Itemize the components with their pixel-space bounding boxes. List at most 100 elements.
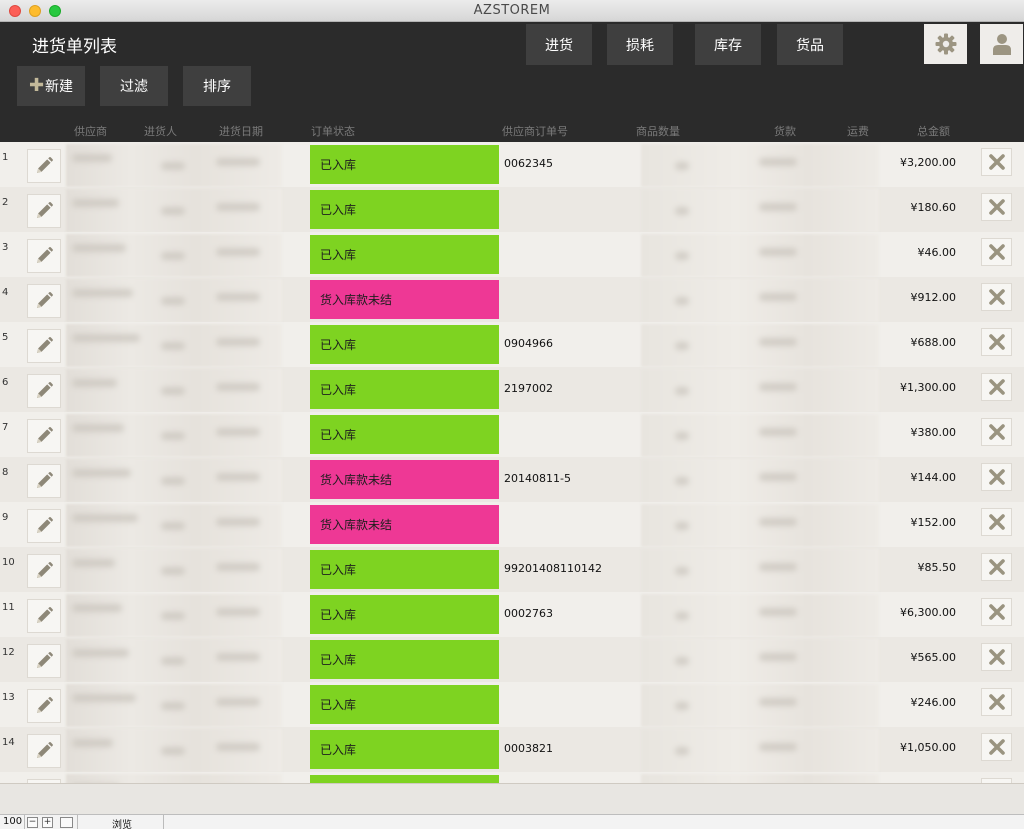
- edit-button[interactable]: [27, 284, 61, 318]
- table-row[interactable]: 13 已入库 ¥246.00: [0, 682, 1024, 727]
- table-row[interactable]: 4 货入库款未结 ¥912.00: [0, 277, 1024, 322]
- close-icon: [988, 694, 1005, 710]
- column-header-total[interactable]: 总金额: [917, 123, 950, 139]
- edit-button[interactable]: [27, 374, 61, 408]
- table-row[interactable]: [0, 772, 1024, 783]
- nav-purchase-button[interactable]: 进货: [526, 24, 592, 65]
- delete-button[interactable]: [981, 688, 1012, 716]
- table-row[interactable]: 1 已入库 0062345 ¥3,200.00: [0, 142, 1024, 187]
- order-status[interactable]: 已入库: [310, 595, 499, 634]
- table-row[interactable]: 8 货入库款未结 20140811-5 ¥144.00: [0, 457, 1024, 502]
- table-row[interactable]: 14 已入库 0003821 ¥1,050.00: [0, 727, 1024, 772]
- nav-goods-button[interactable]: 货品: [777, 24, 843, 65]
- zoom-out-button[interactable]: −: [27, 817, 38, 828]
- order-status[interactable]: 已入库: [310, 415, 499, 454]
- table-row[interactable]: 6 已入库 2197002 ¥1,300.00: [0, 367, 1024, 412]
- sort-button[interactable]: 排序: [183, 66, 251, 106]
- order-status[interactable]: 已入库: [310, 145, 499, 184]
- column-header-freight[interactable]: 运费: [847, 123, 869, 139]
- total-amount: ¥1,300.00: [900, 381, 956, 394]
- order-status[interactable]: 货入库款未结: [310, 505, 499, 544]
- edit-button[interactable]: [27, 689, 61, 723]
- table-row[interactable]: 7 已入库 ¥380.00: [0, 412, 1024, 457]
- order-status[interactable]: [310, 775, 499, 783]
- status-bar: 100 − + 浏览: [0, 814, 1024, 829]
- delete-button[interactable]: [981, 193, 1012, 221]
- footer-area: [0, 783, 1024, 814]
- column-header-purchaser[interactable]: 进货人: [144, 123, 177, 139]
- edit-button[interactable]: [27, 149, 61, 183]
- delete-button[interactable]: [981, 463, 1012, 491]
- delete-button[interactable]: [981, 418, 1012, 446]
- edit-button[interactable]: [27, 734, 61, 768]
- delete-button[interactable]: [981, 373, 1012, 401]
- close-icon: [988, 244, 1005, 260]
- filter-button[interactable]: 过滤: [100, 66, 168, 106]
- edit-button[interactable]: [27, 599, 61, 633]
- edit-button[interactable]: [27, 419, 61, 453]
- column-header-supplier-order-no[interactable]: 供应商订单号: [502, 123, 568, 139]
- edit-button[interactable]: [27, 464, 61, 498]
- blurred-cells-quantity-amount-freight: [641, 729, 879, 772]
- table-row[interactable]: 3 已入库 ¥46.00: [0, 232, 1024, 277]
- order-status[interactable]: 已入库: [310, 685, 499, 724]
- column-header-date[interactable]: 进货日期: [219, 123, 263, 139]
- order-status[interactable]: 已入库: [310, 235, 499, 274]
- delete-button[interactable]: [981, 283, 1012, 311]
- blurred-cells-supplier-purchaser-date: [66, 594, 282, 637]
- order-status[interactable]: 货入库款未结: [310, 460, 499, 499]
- toggle-layout-button[interactable]: [60, 817, 73, 828]
- new-button[interactable]: ✚ 新建: [17, 66, 85, 106]
- column-header-goods-amount[interactable]: 货款: [774, 123, 796, 139]
- delete-button[interactable]: [981, 238, 1012, 266]
- order-status[interactable]: 已入库: [310, 550, 499, 589]
- blurred-cells-supplier-purchaser-date: [66, 369, 282, 412]
- delete-button[interactable]: [981, 643, 1012, 671]
- user-button[interactable]: [980, 24, 1023, 64]
- app-window: AZSTOREM 进货单列表 ✚ 新建 过滤 排序 进货 损耗 库存 货品 供应…: [0, 0, 1024, 829]
- row-number: 11: [2, 602, 15, 613]
- mode-label: 浏览: [112, 820, 132, 829]
- blurred-cells-quantity-amount-freight: [641, 774, 879, 783]
- order-status[interactable]: 已入库: [310, 730, 499, 769]
- blurred-cells-supplier-purchaser-date: [66, 279, 282, 322]
- nav-stock-button[interactable]: 库存: [695, 24, 761, 65]
- order-status[interactable]: 已入库: [310, 640, 499, 679]
- column-header-supplier[interactable]: 供应商: [74, 123, 107, 139]
- nav-loss-button[interactable]: 损耗: [607, 24, 673, 65]
- edit-button[interactable]: [27, 554, 61, 588]
- order-status[interactable]: 已入库: [310, 370, 499, 409]
- delete-button[interactable]: [981, 733, 1012, 761]
- column-header-quantity[interactable]: 商品数量: [636, 123, 680, 139]
- total-amount: ¥180.60: [910, 201, 957, 214]
- table-row[interactable]: 12 已入库 ¥565.00: [0, 637, 1024, 682]
- total-amount: ¥1,050.00: [900, 741, 956, 754]
- order-status[interactable]: 已入库: [310, 325, 499, 364]
- order-status[interactable]: 已入库: [310, 190, 499, 229]
- table-row[interactable]: 11 已入库 0002763 ¥6,300.00: [0, 592, 1024, 637]
- zoom-in-button[interactable]: +: [42, 817, 53, 828]
- user-icon: [992, 34, 1011, 55]
- delete-button[interactable]: [981, 148, 1012, 176]
- settings-button[interactable]: [924, 24, 967, 64]
- blurred-cells-supplier-purchaser-date: [66, 729, 282, 772]
- table-row[interactable]: 2 已入库 ¥180.60: [0, 187, 1024, 232]
- blurred-cells-quantity-amount-freight: [641, 189, 879, 232]
- delete-button[interactable]: [981, 328, 1012, 356]
- delete-button[interactable]: [981, 553, 1012, 581]
- delete-button[interactable]: [981, 508, 1012, 536]
- table-row[interactable]: 10 已入库 99201408110142 ¥85.50: [0, 547, 1024, 592]
- edit-button[interactable]: [27, 644, 61, 678]
- edit-button[interactable]: [27, 239, 61, 273]
- pencil-icon: [37, 247, 53, 263]
- edit-button[interactable]: [27, 509, 61, 543]
- table-row[interactable]: 5 已入库 0904966 ¥688.00: [0, 322, 1024, 367]
- delete-button[interactable]: [981, 598, 1012, 626]
- table-row[interactable]: 9 货入库款未结 ¥152.00: [0, 502, 1024, 547]
- blurred-cells-supplier-purchaser-date: [66, 414, 282, 457]
- edit-button[interactable]: [27, 329, 61, 363]
- column-header-status[interactable]: 订单状态: [311, 123, 355, 139]
- edit-button[interactable]: [27, 194, 61, 228]
- order-status[interactable]: 货入库款未结: [310, 280, 499, 319]
- blurred-cells-quantity-amount-freight: [641, 324, 879, 367]
